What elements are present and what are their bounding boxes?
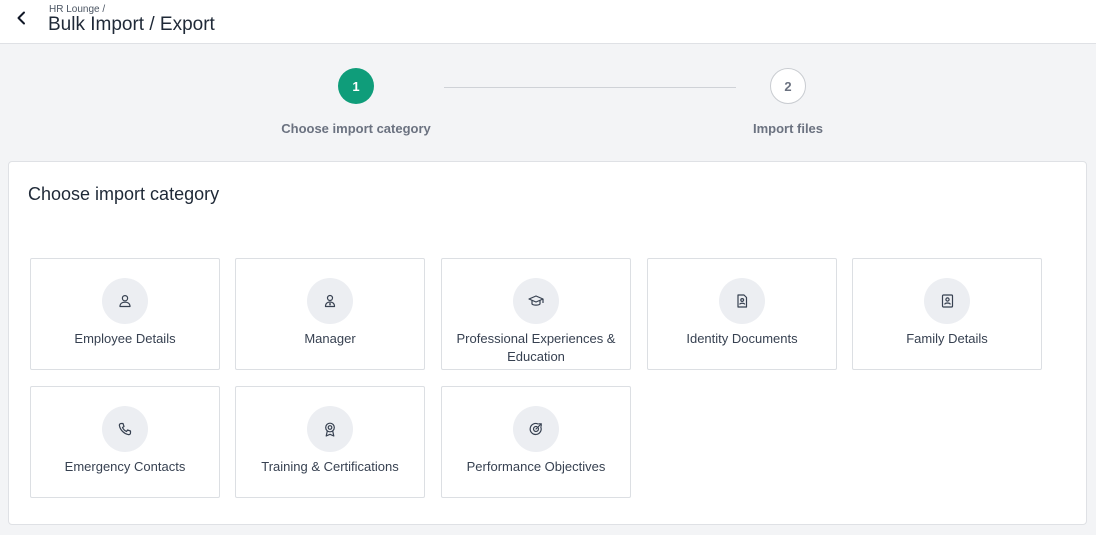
step-number-badge: 1 [338,68,374,104]
id-document-icon [719,278,765,324]
category-label: Emergency Contacts [64,459,186,474]
category-label: Training & Certifications [261,459,399,474]
chevron-left-icon [17,11,25,25]
category-identity-documents[interactable]: Identity Documents [647,258,837,370]
step-import-files[interactable]: 2 Import files [688,68,888,136]
page-title: Bulk Import / Export [48,14,215,35]
award-icon [307,406,353,452]
step-choose-category[interactable]: 1 Choose import category [256,68,456,136]
step-label: Choose import category [281,121,431,136]
category-training-certifications[interactable]: Training & Certifications [235,386,425,498]
category-label: Family Details [906,331,988,346]
category-label: Manager [304,331,356,346]
category-label: Professional Experiences & Education [456,331,616,364]
section-title: Choose import category [28,184,220,204]
phone-icon [102,406,148,452]
manager-icon [307,278,353,324]
graduation-cap-icon [513,278,559,324]
import-category-card: Choose import category Employee Details … [8,161,1087,525]
category-performance-objectives[interactable]: Performance Objectives [441,386,631,498]
category-employee-details[interactable]: Employee Details [30,258,220,370]
user-icon [102,278,148,324]
category-emergency-contacts[interactable]: Emergency Contacts [30,386,220,498]
category-professional-experiences-education[interactable]: Professional Experiences & Education [441,258,631,370]
back-button[interactable] [12,8,32,28]
contact-card-icon [924,278,970,324]
target-icon [513,406,559,452]
step-number-badge: 2 [770,68,806,104]
category-family-details[interactable]: Family Details [852,258,1042,370]
category-label: Performance Objectives [466,459,606,474]
category-label: Identity Documents [686,331,798,346]
top-bar: HR Lounge / Bulk Import / Export [0,0,1096,44]
category-label: Employee Details [74,331,176,346]
step-label: Import files [752,121,824,136]
category-manager[interactable]: Manager [235,258,425,370]
